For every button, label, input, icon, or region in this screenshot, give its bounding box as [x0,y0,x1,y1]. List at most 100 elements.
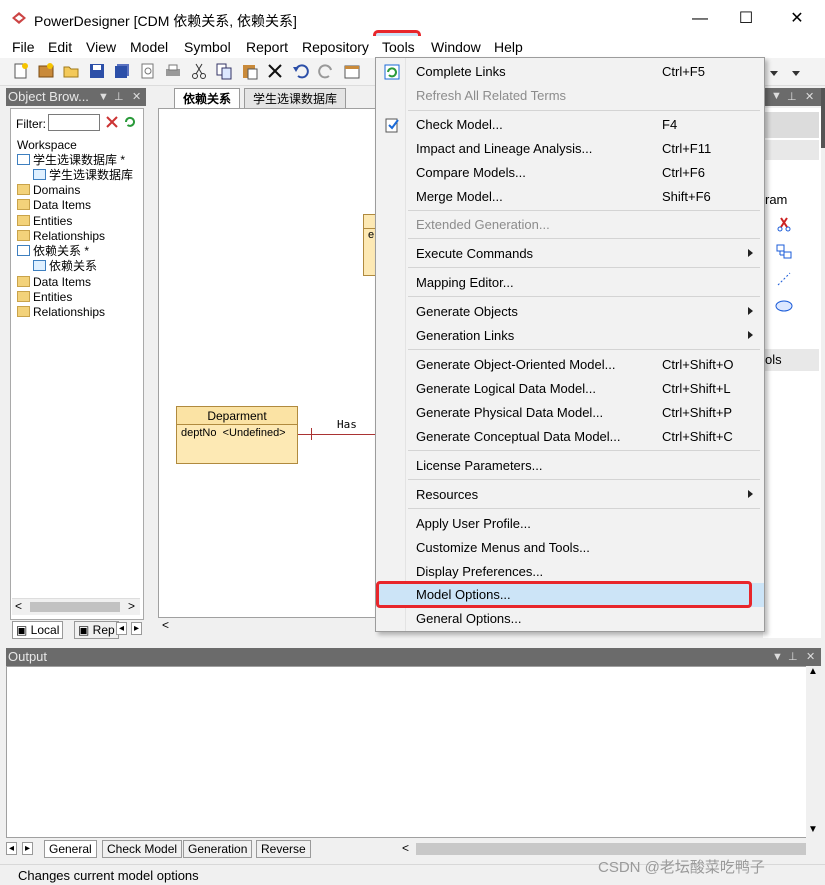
diagram-canvas[interactable] [158,108,376,618]
menu-symbol[interactable]: Symbol [181,38,234,56]
scroll-thumb[interactable] [416,843,806,855]
paste-icon[interactable] [241,62,259,80]
menu-item-generation-links[interactable]: Generation Links [376,324,764,348]
output-menu-icon[interactable]: ▼ [772,648,783,666]
minimize-button[interactable]: — [680,6,720,32]
output-panel[interactable] [6,666,821,838]
close-button[interactable]: ✕ [777,6,817,32]
scroll-left-icon[interactable]: < [402,841,409,855]
object-browser-hscrollbar[interactable]: < > [12,598,140,615]
output-pin-icon[interactable]: ⊥ [788,648,798,666]
menu-item-general-options[interactable]: General Options... [376,607,764,631]
tree-node-entities-1[interactable]: Entities [17,214,72,229]
new-icon[interactable] [12,62,30,80]
menu-item-generate-oom[interactable]: Generate Object-Oriented Model... Ctrl+Sh… [376,353,764,377]
tree-node-model-1[interactable]: 学生选课数据库 * [17,153,125,168]
menu-item-license-parameters[interactable]: License Parameters... [376,454,764,478]
menu-view[interactable]: View [83,38,119,56]
scroll-left-icon[interactable]: < [162,618,169,632]
tree-node-workspace[interactable]: Workspace [17,138,77,153]
menu-item-generate-cdm[interactable]: Generate Conceptual Data Model... Ctrl+Sh… [376,425,764,449]
menu-item-merge-model[interactable]: Merge Model... Shift+F6 [376,185,764,209]
menu-item-compare-models[interactable]: Compare Models... Ctrl+F6 [376,161,764,185]
tree-node-data-items-1[interactable]: Data Items [17,198,91,213]
scroll-left-icon[interactable]: < [15,599,22,613]
toolbox-close-icon[interactable]: ✕ [805,90,814,103]
output-close-icon[interactable]: ✕ [806,648,815,666]
open-icon[interactable] [62,62,80,80]
undo-icon[interactable] [292,62,310,80]
toolbar-overflow-icon[interactable] [765,62,783,80]
filter-input[interactable] [48,114,100,131]
tree-node-domains[interactable]: Domains [17,183,80,198]
menu-window[interactable]: Window [428,38,484,56]
menu-item-resources[interactable]: Resources [376,483,764,507]
tree-node-relationships-2[interactable]: Relationships [17,305,105,320]
menu-edit[interactable]: Edit [45,38,75,56]
menu-file[interactable]: File [9,38,38,56]
link-tool-icon[interactable] [776,271,792,287]
object-browser-pin-icon[interactable]: ⊥ [114,88,124,106]
ellipse-tool-icon[interactable] [775,300,793,312]
output-vscrollbar[interactable]: ▲ ▼ [806,666,821,838]
output-tab-general[interactable]: General [44,840,97,858]
toolbox-section-header[interactable] [763,112,819,138]
menu-item-complete-links[interactable]: Complete Links Ctrl+F5 [376,60,764,84]
tree-node-model-2[interactable]: 依赖关系 * [17,244,89,259]
menu-item-mapping-editor[interactable]: Mapping Editor... [376,271,764,295]
refresh-filter-icon[interactable] [123,115,137,129]
save-all-icon[interactable] [113,62,131,80]
redo-icon[interactable] [317,62,335,80]
menu-repository[interactable]: Repository [299,38,372,56]
entity-deparment[interactable]: Deparment deptNo <Undefined> [176,406,298,464]
canvas-hscrollbar[interactable]: < [158,618,376,634]
menu-item-execute-commands[interactable]: Execute Commands [376,242,764,266]
menu-item-generate-pdm[interactable]: Generate Physical Data Model... Ctrl+Shif… [376,401,764,425]
tree-node-data-items-2[interactable]: Data Items [17,275,91,290]
scroll-right-icon[interactable]: > [128,599,135,613]
menu-item-generate-ldm[interactable]: Generate Logical Data Model... Ctrl+Shift… [376,377,764,401]
toolbar-overflow-icon-2[interactable] [787,62,805,80]
output-tab-reverse[interactable]: Reverse [256,840,311,858]
package-tool-icon[interactable] [776,243,792,259]
tab-diagram-2[interactable]: 学生选课数据库 [244,88,347,108]
menu-item-generate-objects[interactable]: Generate Objects [376,300,764,324]
menu-item-apply-user-profile[interactable]: Apply User Profile... [376,512,764,536]
output-tab-scroll-left-icon[interactable]: ◂ [6,842,18,855]
menu-help[interactable]: Help [491,38,526,56]
copy-icon[interactable] [215,62,233,80]
new-project-icon[interactable] [37,62,55,80]
menu-item-check-model[interactable]: Check Model... F4 [376,113,764,137]
menu-report[interactable]: Report [243,38,291,56]
tab-repository[interactable]: ▣ Rep [74,621,119,639]
toolbox-section-header-2[interactable] [763,140,819,160]
maximize-button[interactable]: ☐ [726,6,766,32]
output-tab-scroll-right-icon[interactable]: ▸ [22,842,34,855]
object-browser-menu-icon[interactable]: ▼ [98,88,109,106]
scroll-down-icon[interactable]: ▼ [808,824,818,835]
cut-icon[interactable] [190,62,208,80]
tab-scroll-left-icon[interactable]: ◂ [116,622,128,635]
scroll-up-icon[interactable]: ▲ [808,666,818,677]
output-tab-generation[interactable]: Generation [183,840,253,858]
relationship-line[interactable] [298,434,376,435]
toolbox-menu-icon[interactable]: ▼ [771,90,782,102]
print-icon[interactable] [164,62,182,80]
tab-local[interactable]: ▣ Local [12,621,64,639]
output-tab-check-model[interactable]: Check Model [102,840,183,858]
tab-diagram-1[interactable]: 依赖关系 [174,88,241,108]
tree-node-diagram-2[interactable]: 依赖关系 [33,259,97,274]
tree-node-relationships-1[interactable]: Relationships [17,229,105,244]
scissors-tool-icon[interactable] [776,216,792,232]
tab-scroll-right-icon[interactable]: ▸ [131,622,143,635]
print-preview-icon[interactable] [139,62,157,80]
tree-node-entities-2[interactable]: Entities [17,290,72,305]
menu-tools[interactable]: Tools [379,38,418,56]
menu-item-impact-lineage-analysis[interactable]: Impact and Lineage Analysis... Ctrl+F11 [376,137,764,161]
menu-model[interactable]: Model [127,38,171,56]
object-browser-close-icon[interactable]: ✕ [132,88,141,106]
properties-icon[interactable] [343,62,361,80]
toolbox-pin-icon[interactable]: ⊥ [787,90,797,103]
tree-node-diagram-1[interactable]: 学生选课数据库 [33,168,133,183]
delete-icon[interactable] [266,62,284,80]
